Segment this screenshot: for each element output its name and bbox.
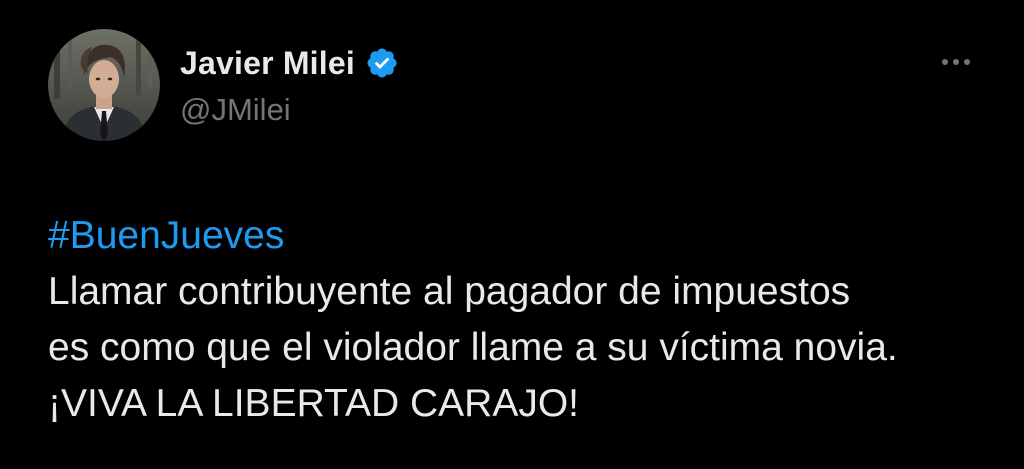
hashtag-link[interactable]: #BuenJueves — [48, 208, 1008, 264]
avatar[interactable] — [48, 29, 160, 141]
author-name-row: Javier Milei — [180, 42, 399, 84]
tweet-line: ¡VIVA LA LIBERTAD CARAJO! — [48, 382, 580, 425]
more-dot — [953, 59, 959, 65]
tweet-line: Llamar contribuyente al pagador de impue… — [48, 270, 851, 313]
tweet-line: es como que el violador llame a su vícti… — [48, 326, 898, 369]
tweet-card: Javier Milei @JMilei #BuenJueves Llamar … — [0, 0, 1024, 469]
author-handle[interactable]: @JMilei — [180, 92, 291, 128]
more-dot — [942, 59, 948, 65]
avatar-image — [48, 29, 160, 141]
verified-badge-icon[interactable] — [365, 46, 399, 80]
author-display-name[interactable]: Javier Milei — [180, 45, 355, 82]
more-dot — [964, 59, 970, 65]
tweet-text: #BuenJueves Llamar contribuyente al paga… — [48, 208, 1008, 432]
more-options-icon[interactable] — [934, 50, 978, 74]
